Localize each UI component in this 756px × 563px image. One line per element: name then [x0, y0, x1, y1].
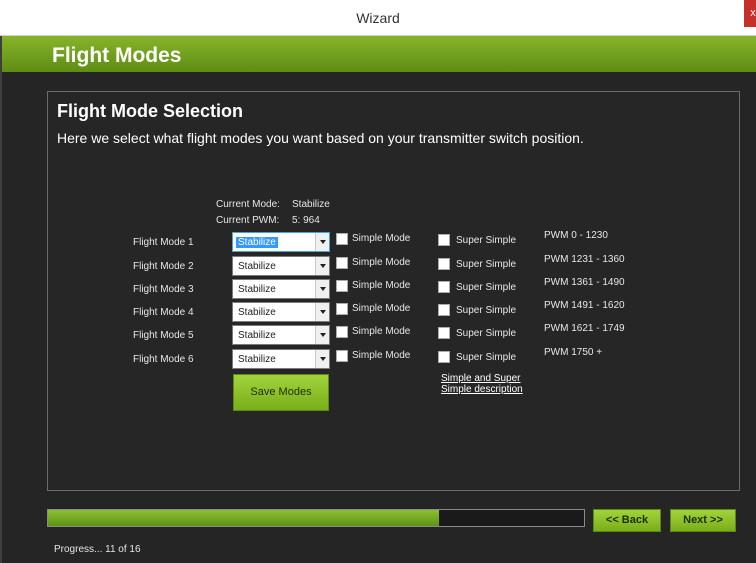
next-button[interactable]: Next >>: [670, 509, 736, 532]
flight-mode-label: Flight Mode 1: [133, 237, 194, 248]
super-simple-checkbox[interactable]: [438, 327, 450, 339]
wizard-content: Flight Modes Flight Mode Selection Here …: [2, 36, 756, 563]
close-button[interactable]: x: [744, 0, 756, 27]
simple-mode-checkbox[interactable]: [336, 233, 348, 245]
flight-mode-row-1: Flight Mode 1 Stabilize Simple Mode Supe…: [2, 230, 756, 255]
chevron-down-icon[interactable]: [315, 280, 329, 298]
progress-text: Progress... 11 of 16: [54, 544, 141, 555]
progress-bar: [47, 509, 585, 527]
simple-mode-checkbox[interactable]: [336, 350, 348, 362]
simple-description-link[interactable]: Simple and Super Simple description: [441, 373, 523, 395]
chevron-down-icon[interactable]: [315, 257, 329, 275]
pwm-range: PWM 1361 - 1490: [544, 277, 625, 288]
super-simple-checkbox[interactable]: [438, 304, 450, 316]
selected-value: Stabilize: [238, 330, 276, 341]
simple-mode-checkbox[interactable]: [336, 303, 348, 315]
flight-mode-5-select[interactable]: Stabilize: [232, 325, 330, 345]
simple-mode-label[interactable]: Simple Mode: [352, 280, 410, 291]
selected-value: Stabilize: [238, 261, 276, 272]
save-modes-button[interactable]: Save Modes: [233, 374, 329, 411]
panel-title: Flight Mode Selection: [57, 101, 244, 121]
panel-description: Here we select what flight modes you wan…: [57, 130, 584, 146]
help-link-line-1[interactable]: Simple and Super: [441, 373, 521, 384]
title-bar: Wizard x: [0, 0, 756, 36]
flight-mode-label: Flight Mode 2: [133, 261, 194, 272]
flight-mode-4-select[interactable]: Stabilize: [232, 302, 330, 322]
pwm-range: PWM 1621 - 1749: [544, 323, 625, 334]
pwm-range: PWM 1750 +: [544, 347, 603, 358]
page-header: Flight Modes: [2, 36, 756, 72]
super-simple-label[interactable]: Super Simple: [456, 235, 516, 246]
flight-mode-1-select[interactable]: Stabilize: [232, 232, 330, 252]
super-simple-checkbox[interactable]: [438, 351, 450, 363]
chevron-down-icon[interactable]: [315, 233, 329, 251]
flight-mode-row-5: Flight Mode 5 Stabilize Simple Mode Supe…: [2, 323, 756, 348]
super-simple-label[interactable]: Super Simple: [456, 282, 516, 293]
back-button[interactable]: << Back: [593, 509, 661, 532]
simple-mode-label[interactable]: Simple Mode: [352, 233, 410, 244]
selected-value: Stabilize: [238, 354, 276, 365]
super-simple-checkbox[interactable]: [438, 281, 450, 293]
simple-mode-checkbox[interactable]: [336, 326, 348, 338]
window-title: Wizard: [356, 10, 400, 26]
simple-mode-label[interactable]: Simple Mode: [352, 326, 410, 337]
progress-bar-fill: [48, 510, 440, 526]
flight-mode-row-2: Flight Mode 2 Stabilize Simple Mode Supe…: [2, 254, 756, 279]
flight-mode-6-select[interactable]: Stabilize: [232, 349, 330, 369]
wizard-window: Wizard x Flight Modes Flight Mode Select…: [0, 0, 756, 563]
flight-mode-label: Flight Mode 5: [133, 330, 194, 341]
super-simple-label[interactable]: Super Simple: [456, 259, 516, 270]
help-link-line-2[interactable]: Simple description: [441, 384, 523, 395]
current-mode-value: Stabilize: [292, 199, 330, 210]
pwm-range: PWM 0 - 1230: [544, 230, 608, 241]
flight-mode-3-select[interactable]: Stabilize: [232, 279, 330, 299]
super-simple-label[interactable]: Super Simple: [456, 352, 516, 363]
page-title: Flight Modes: [52, 44, 182, 67]
chevron-down-icon[interactable]: [315, 303, 329, 321]
flight-mode-row-4: Flight Mode 4 Stabilize Simple Mode Supe…: [2, 300, 756, 325]
current-mode-label: Current Mode:: [216, 199, 280, 210]
super-simple-label[interactable]: Super Simple: [456, 305, 516, 316]
selected-value: Stabilize: [238, 307, 276, 318]
flight-mode-label: Flight Mode 4: [133, 307, 194, 318]
super-simple-label[interactable]: Super Simple: [456, 328, 516, 339]
current-pwm-label: Current PWM:: [216, 215, 280, 226]
chevron-down-icon[interactable]: [315, 326, 329, 344]
flight-mode-row-6: Flight Mode 6 Stabilize Simple Mode Supe…: [2, 347, 756, 372]
chevron-down-icon[interactable]: [315, 350, 329, 368]
current-pwm-value: 5: 964: [292, 215, 320, 226]
selected-value: Stabilize: [236, 237, 278, 248]
super-simple-checkbox[interactable]: [438, 258, 450, 270]
pwm-range: PWM 1231 - 1360: [544, 254, 625, 265]
flight-mode-2-select[interactable]: Stabilize: [232, 256, 330, 276]
super-simple-checkbox[interactable]: [438, 234, 450, 246]
simple-mode-label[interactable]: Simple Mode: [352, 257, 410, 268]
simple-mode-checkbox[interactable]: [336, 257, 348, 269]
flight-mode-label: Flight Mode 3: [133, 284, 194, 295]
simple-mode-checkbox[interactable]: [336, 280, 348, 292]
simple-mode-label[interactable]: Simple Mode: [352, 350, 410, 361]
selected-value: Stabilize: [238, 284, 276, 295]
flight-mode-row-3: Flight Mode 3 Stabilize Simple Mode Supe…: [2, 277, 756, 302]
simple-mode-label[interactable]: Simple Mode: [352, 303, 410, 314]
flight-mode-label: Flight Mode 6: [133, 354, 194, 365]
pwm-range: PWM 1491 - 1620: [544, 300, 625, 311]
